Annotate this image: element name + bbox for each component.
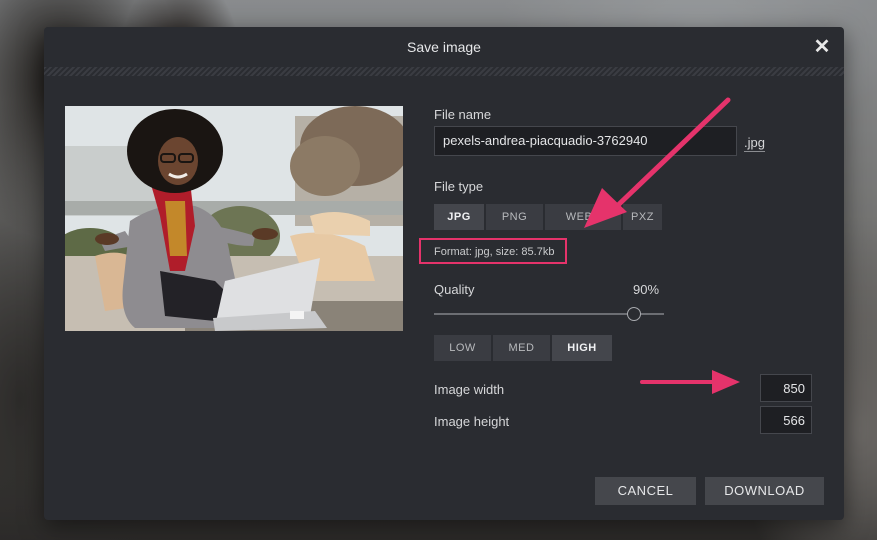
quality-preset-high[interactable]: HIGH bbox=[552, 335, 612, 361]
dialog-header: Save image ✕ bbox=[44, 27, 844, 67]
cancel-button[interactable]: CANCEL bbox=[595, 477, 696, 505]
image-height-input[interactable]: 566 bbox=[760, 406, 812, 434]
file-type-webp[interactable]: WEBP bbox=[545, 204, 621, 230]
file-name-label: File name bbox=[434, 107, 492, 122]
file-name-input[interactable]: pexels-andrea-piacquadio-3762940 bbox=[434, 126, 737, 156]
download-button[interactable]: DOWNLOAD bbox=[705, 477, 824, 505]
close-icon[interactable]: ✕ bbox=[812, 37, 832, 57]
preview-photo bbox=[65, 106, 403, 331]
quality-label: Quality bbox=[434, 282, 475, 297]
file-type-jpg[interactable]: JPG bbox=[434, 204, 484, 230]
file-extension: .jpg bbox=[744, 135, 765, 152]
image-preview bbox=[65, 106, 403, 331]
file-type-label: File type bbox=[434, 179, 484, 194]
image-width-label: Image width bbox=[434, 382, 505, 397]
image-height-label: Image height bbox=[434, 414, 510, 429]
quality-value: 90% bbox=[633, 282, 660, 297]
quality-slider-thumb[interactable] bbox=[627, 307, 641, 321]
file-type-pxz[interactable]: PXZ bbox=[623, 204, 662, 230]
quality-preset-low[interactable]: LOW bbox=[434, 335, 491, 361]
format-info: Format: jpg, size: 85.7kb bbox=[434, 246, 555, 258]
image-width-input[interactable]: 850 bbox=[760, 374, 812, 402]
quality-preset-med[interactable]: MED bbox=[493, 335, 550, 361]
file-type-png[interactable]: PNG bbox=[486, 204, 543, 230]
header-divider bbox=[44, 67, 844, 76]
save-image-dialog: Save image ✕ File name pexels-andrea-pia… bbox=[44, 27, 844, 520]
dialog-title: Save image bbox=[407, 39, 481, 55]
